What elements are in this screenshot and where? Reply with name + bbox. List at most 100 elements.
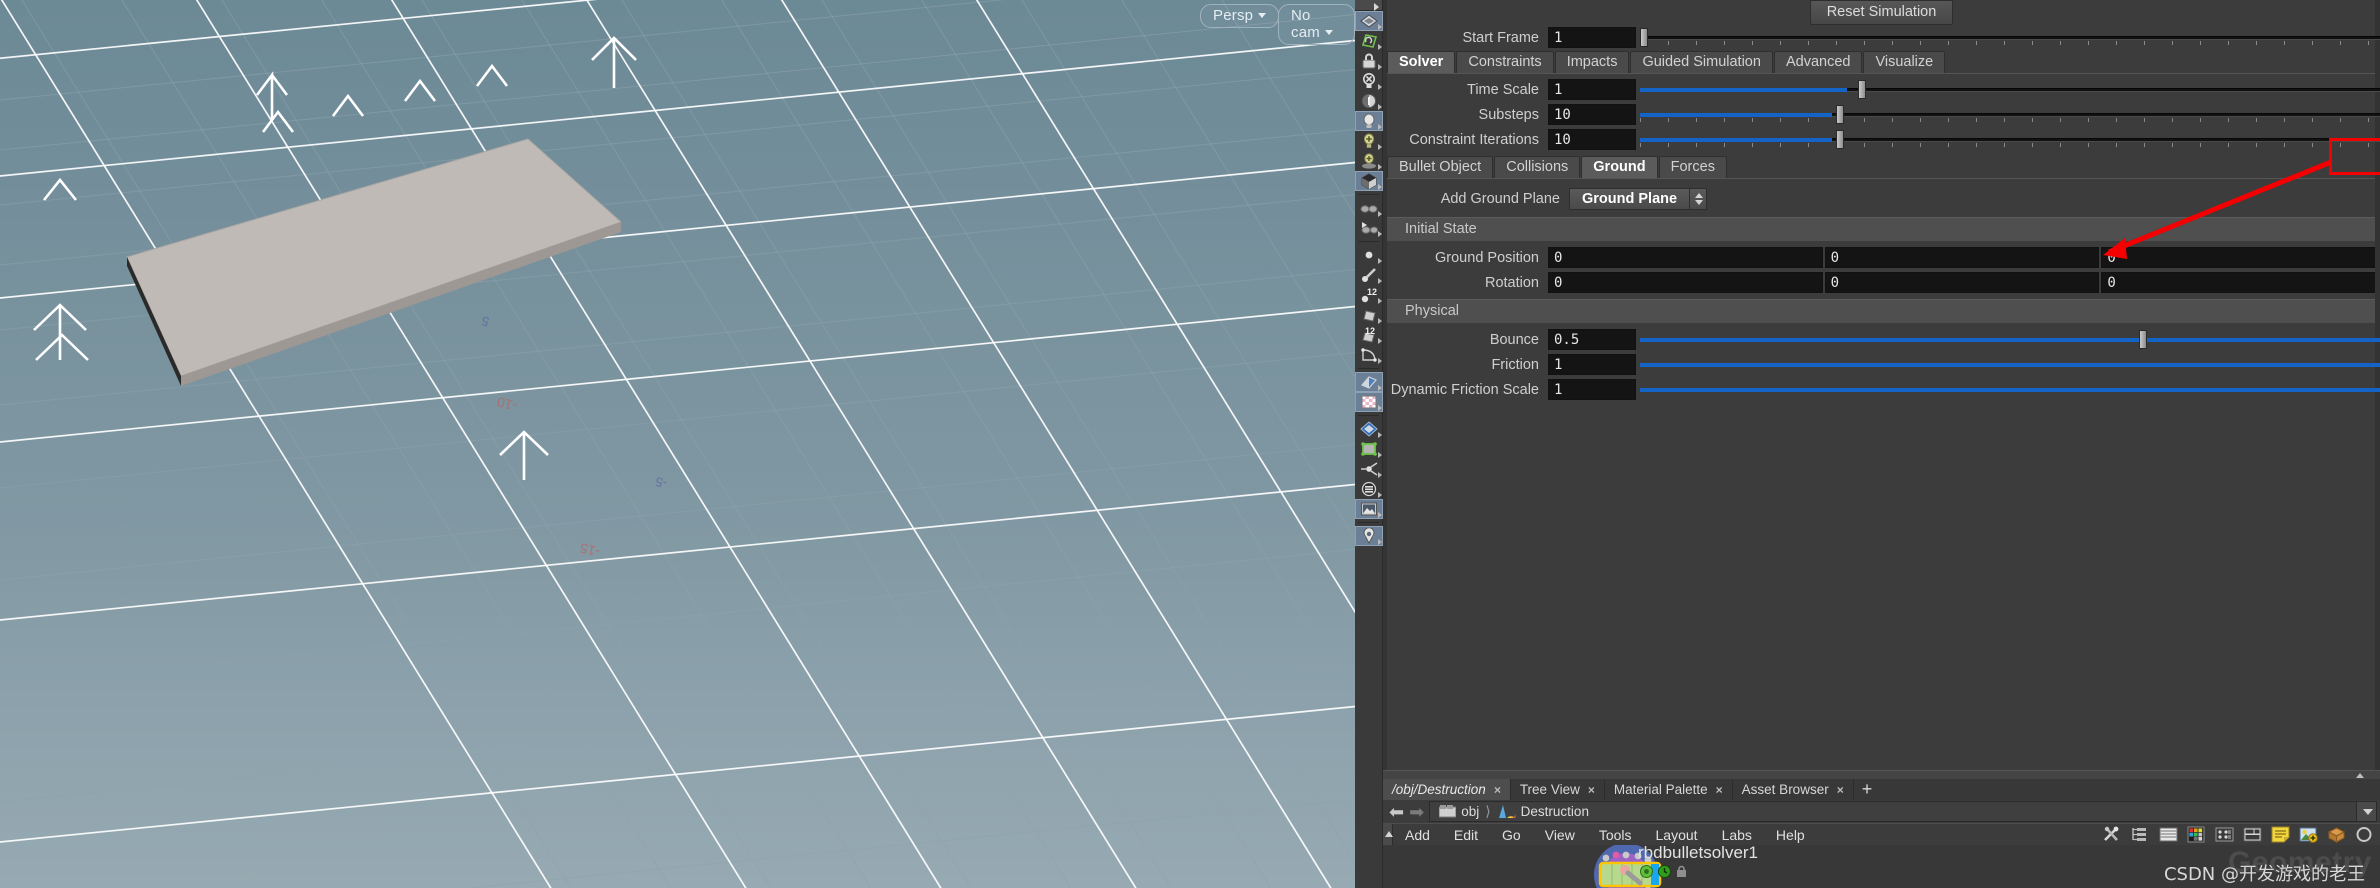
solver-tab-strip[interactable]: Solver Constraints Impacts Guided Simulatio…: [1383, 50, 2380, 74]
submenu-arrow-icon[interactable]: [1378, 64, 1382, 70]
no-light-icon[interactable]: [1355, 71, 1383, 91]
list-layers-icon[interactable]: [2159, 826, 2178, 843]
close-icon[interactable]: ×: [1494, 783, 1501, 797]
physical-bounce-slider[interactable]: [1640, 329, 2380, 350]
node-flags[interactable]: [1640, 865, 1687, 878]
physical-dynamic-friction-scale-input[interactable]: [1548, 379, 1636, 400]
curve-hull-icon[interactable]: [1355, 345, 1383, 365]
select-visible-geometry-icon[interactable]: [1355, 31, 1383, 51]
reset-simulation-button[interactable]: Reset Simulation: [1809, 0, 1954, 25]
lock-flag-icon[interactable]: [1676, 865, 1687, 878]
normals-icon[interactable]: [1355, 419, 1383, 439]
slider-handle[interactable]: [1835, 130, 1844, 149]
submenu-arrow-icon[interactable]: [1378, 358, 1382, 364]
network-menu-bar[interactable]: Add Edit Go View Tools Layout Labs Help: [1383, 823, 2380, 846]
grid-dots-icon[interactable]: [2215, 826, 2234, 843]
view-display-options-icon[interactable]: [1355, 11, 1383, 31]
solver-substeps-slider[interactable]: [1640, 104, 2380, 125]
submenu-arrow-icon[interactable]: [1378, 539, 1382, 545]
slider-handle[interactable]: [1835, 105, 1844, 124]
background-image-icon[interactable]: [1355, 171, 1383, 191]
viewport-3d[interactable]: 10 -10 -15 5 -5 0 Persp No cam: [0, 0, 1355, 888]
color-palette-icon[interactable]: [2187, 826, 2206, 843]
forward-arrow-icon[interactable]: ➡: [1409, 803, 1424, 821]
viewport-perspective-button[interactable]: Persp: [1200, 4, 1280, 28]
add-image-icon[interactable]: [2299, 826, 2318, 843]
tab-constraints[interactable]: Constraints: [1456, 51, 1554, 73]
physical-friction-input[interactable]: [1548, 354, 1636, 375]
tab-forces[interactable]: Forces: [1658, 156, 1727, 178]
display-flag-icon[interactable]: [1640, 865, 1653, 878]
add-light-icon[interactable]: [1355, 131, 1383, 151]
tab-bullet-object[interactable]: Bullet Object: [1387, 156, 1494, 178]
submenu-arrow-icon[interactable]: [1378, 44, 1382, 50]
parameter-pane[interactable]: Reset Simulation Start Frame SolverConst…: [1383, 0, 2380, 770]
tab-collisions[interactable]: Collisions: [1494, 156, 1581, 178]
render-flag-icon[interactable]: [1658, 865, 1671, 878]
viewport-display-toolbar[interactable]: 12 12: [1355, 0, 1383, 888]
network-editor-pane[interactable]: /obj/Destruction × Tree View × Material Pale…: [1383, 770, 2380, 888]
texture-display-icon[interactable]: [1355, 392, 1383, 412]
menu-edit[interactable]: Edit: [1442, 827, 1490, 843]
tree-list-icon[interactable]: [2131, 826, 2150, 843]
wrench-icon[interactable]: [2103, 826, 2122, 843]
slider-handle[interactable]: [1858, 80, 1866, 99]
network-toolbar-icons[interactable]: [2103, 826, 2380, 843]
menu-add[interactable]: Add: [1393, 827, 1442, 843]
solver-constraint-iterations-input[interactable]: [1548, 129, 1636, 150]
ground-plane-spinner-icon[interactable]: [1690, 188, 1708, 210]
submenu-arrow-icon[interactable]: [1378, 84, 1382, 90]
primitive-display-icon[interactable]: [1355, 305, 1383, 325]
tab-impacts[interactable]: Impacts: [1554, 51, 1630, 73]
network-tab-tree-view[interactable]: Tree View ×: [1511, 779, 1605, 800]
submenu-arrow-icon[interactable]: [1378, 104, 1382, 110]
headlight-icon[interactable]: [1355, 111, 1383, 131]
start-frame-slider[interactable]: [1640, 27, 2380, 48]
close-icon[interactable]: ×: [1588, 783, 1595, 797]
add-tab-button[interactable]: +: [1854, 779, 1881, 800]
node-rbdbulletsolver1[interactable]: rbdbulletsolver1: [1568, 845, 1848, 888]
solver-time-scale-slider[interactable]: [1640, 79, 2380, 100]
submenu-arrow-icon[interactable]: [1378, 338, 1382, 344]
tab-guided-simulation[interactable]: Guided Simulation: [1630, 51, 1773, 73]
network-tab-bar[interactable]: /obj/Destruction × Tree View × Material Pale…: [1383, 779, 2380, 800]
breadcrumb-item-destruction[interactable]: Destruction: [1491, 804, 1595, 819]
submenu-arrow-icon[interactable]: [1378, 432, 1382, 438]
primitive-numbers-icon[interactable]: 12: [1355, 325, 1383, 345]
submenu-arrow-icon[interactable]: [1378, 258, 1382, 264]
solver-time-scale-input[interactable]: [1548, 79, 1636, 100]
close-icon[interactable]: ×: [1716, 783, 1723, 797]
surface-display-icon[interactable]: [1355, 372, 1383, 392]
menu-help[interactable]: Help: [1764, 827, 1817, 843]
marker-pin-icon[interactable]: [1355, 526, 1383, 546]
pivot-icon[interactable]: [1355, 459, 1383, 479]
submenu-arrow-icon[interactable]: [1378, 278, 1382, 284]
point-display-icon[interactable]: [1355, 245, 1383, 265]
menu-scroll-up-icon[interactable]: [1383, 823, 1393, 846]
slider-handle[interactable]: [1640, 28, 1648, 47]
submenu-arrow-icon[interactable]: [1378, 24, 1382, 30]
ghost-playback-icon[interactable]: [1355, 218, 1383, 238]
close-icon[interactable]: ×: [1837, 783, 1844, 797]
tab-advanced[interactable]: Advanced: [1773, 51, 1863, 73]
sticky-note-icon[interactable]: [2271, 826, 2290, 843]
viewport-camera-button[interactable]: No cam: [1278, 4, 1355, 45]
submenu-arrow-icon[interactable]: [1378, 124, 1382, 130]
ground-plane-menu-button[interactable]: Ground Plane: [1569, 188, 1691, 210]
box-icon[interactable]: [2327, 826, 2346, 843]
breadcrumb-dropdown-icon[interactable]: [2356, 802, 2376, 821]
ghost-display-icon[interactable]: [1355, 198, 1383, 218]
menu-labs[interactable]: Labs: [1710, 827, 1764, 843]
submenu-arrow-icon[interactable]: [1378, 231, 1382, 237]
submenu-arrow-icon[interactable]: [1378, 184, 1382, 190]
tab-visualize[interactable]: Visualize: [1863, 51, 1946, 73]
rotation-input-1[interactable]: [1824, 272, 2100, 293]
layout-panes-icon[interactable]: [2243, 826, 2262, 843]
pane-splitter[interactable]: [1383, 0, 1387, 770]
slider-handle[interactable]: [2139, 330, 2148, 349]
submenu-arrow-icon[interactable]: [1378, 298, 1382, 304]
submenu-arrow-icon[interactable]: [1378, 405, 1382, 411]
network-tab-material-palette[interactable]: Material Palette ×: [1605, 779, 1733, 800]
image-display-icon[interactable]: [1355, 499, 1383, 519]
physical-friction-slider[interactable]: [1640, 354, 2380, 375]
